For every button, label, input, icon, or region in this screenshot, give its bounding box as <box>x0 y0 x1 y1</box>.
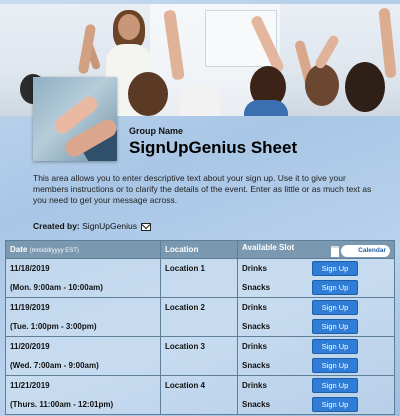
student-arm <box>378 7 397 79</box>
calendar-label: Calendar <box>358 246 386 254</box>
slot-date: 11/18/2019 <box>10 264 50 273</box>
location-cell: Location 4 <box>160 375 238 415</box>
slot-date: 11/20/2019 <box>10 342 50 351</box>
location-cell: Location 3 <box>160 336 238 376</box>
table-row: 11/20/2019 (Wed. 7:00am - 9:00am) Location… <box>5 336 395 376</box>
slot-name: Drinks <box>242 342 267 351</box>
date-format-label: (mm/dd/yyyy EST) <box>29 248 79 254</box>
date-cell: 11/18/2019 (Mon. 9:00am - 10:00am) <box>5 258 161 298</box>
signup-sheet-page: Group Name SignUpGenius Sheet This area … <box>0 0 400 416</box>
sign-up-button[interactable]: Sign Up <box>312 280 358 295</box>
slot-name: Snacks <box>242 361 271 370</box>
created-by-label: Created by: <box>33 221 80 231</box>
table-row: 11/21/2019 (Thurs. 11:00am - 12:01pm) Loca… <box>5 375 395 415</box>
sign-up-button[interactable]: Sign Up <box>312 261 358 276</box>
date-cell: 11/20/2019 (Wed. 7:00am - 9:00am) <box>5 336 161 376</box>
sign-up-button[interactable]: Sign Up <box>312 358 358 373</box>
table-header-row: Date (mm/dd/yyyy EST) Location Available… <box>5 240 395 259</box>
slot-time: (Thurs. 11:00am - 12:01pm) <box>10 400 114 409</box>
location-name: Location 4 <box>165 381 206 390</box>
table-body: 11/18/2019 (Mon. 9:00am - 10:00am) Locatio… <box>5 258 395 415</box>
slot-cell: Drinks Sign Up Snacks Sign Up <box>237 258 395 298</box>
slot-cell: Drinks Sign Up Snacks Sign Up <box>237 375 395 415</box>
student-shirt <box>180 84 220 116</box>
slot-time: (Tue. 1:00pm - 3:00pm) <box>10 322 97 331</box>
slot-name: Snacks <box>242 283 271 292</box>
slot-time: (Mon. 9:00am - 10:00am) <box>10 283 103 292</box>
envelope-icon[interactable] <box>141 222 152 231</box>
creator-name: SignUpGenius <box>82 221 137 231</box>
slot-cell: Drinks Sign Up Snacks Sign Up <box>237 297 395 337</box>
date-header-label: Date <box>10 245 28 254</box>
sign-up-button[interactable]: Sign Up <box>312 319 358 334</box>
calendar-button[interactable]: Calendar <box>331 244 390 257</box>
sign-up-button[interactable]: Sign Up <box>312 378 358 393</box>
calendar-icon <box>331 245 339 257</box>
slot-cell: Drinks Sign Up Snacks Sign Up <box>237 336 395 376</box>
page-title: SignUpGenius Sheet <box>129 138 298 157</box>
slot-name: Snacks <box>242 400 271 409</box>
signup-table: Date (mm/dd/yyyy EST) Location Available… <box>5 240 395 415</box>
table-row: 11/19/2019 (Tue. 1:00pm - 3:00pm) Location… <box>5 297 395 337</box>
date-cell: 11/21/2019 (Thurs. 11:00am - 12:01pm) <box>5 375 161 415</box>
created-by: Created by: SignUpGenius <box>33 221 152 231</box>
slot-item: Drinks Sign Up <box>242 376 390 395</box>
date-cell: 11/19/2019 (Tue. 1:00pm - 3:00pm) <box>5 297 161 337</box>
slot-date: 11/21/2019 <box>10 381 50 390</box>
slot-item: Drinks Sign Up <box>242 259 390 278</box>
slot-name: Snacks <box>242 322 271 331</box>
slot-item: Snacks Sign Up <box>242 278 390 297</box>
group-name: Group Name <box>129 126 184 136</box>
student-head <box>345 62 385 112</box>
slot-name: Drinks <box>242 381 267 390</box>
sign-up-button[interactable]: Sign Up <box>312 397 358 412</box>
slot-name: Drinks <box>242 264 267 273</box>
slot-header-label: Available Slot <box>242 242 295 252</box>
sign-up-button[interactable]: Sign Up <box>312 300 358 315</box>
slot-item: Drinks Sign Up <box>242 298 390 317</box>
slot-date: 11/19/2019 <box>10 303 50 312</box>
location-name: Location 1 <box>165 264 206 273</box>
slot-item: Snacks Sign Up <box>242 395 390 414</box>
teacher-head <box>118 14 140 40</box>
location-name: Location 3 <box>165 342 206 351</box>
slot-item: Snacks Sign Up <box>242 317 390 336</box>
location-name: Location 2 <box>165 303 206 312</box>
location-cell: Location 1 <box>160 258 238 298</box>
column-header-slot: Available Slot Calendar <box>237 240 395 259</box>
column-header-location: Location <box>160 240 238 259</box>
slot-name: Drinks <box>242 303 267 312</box>
student-head <box>305 64 339 106</box>
inset-photo-raised-hand <box>33 77 117 161</box>
slot-item: Drinks Sign Up <box>242 337 390 356</box>
slot-item: Snacks Sign Up <box>242 356 390 375</box>
sheet-description: This area allows you to enter descriptiv… <box>33 173 372 205</box>
student-shirt <box>244 100 288 116</box>
sign-up-button[interactable]: Sign Up <box>312 339 358 354</box>
student-head <box>128 72 168 116</box>
location-cell: Location 2 <box>160 297 238 337</box>
table-row: 11/18/2019 (Mon. 9:00am - 10:00am) Locatio… <box>5 258 395 298</box>
slot-time: (Wed. 7:00am - 9:00am) <box>10 361 99 370</box>
column-header-date: Date (mm/dd/yyyy EST) <box>5 240 161 259</box>
